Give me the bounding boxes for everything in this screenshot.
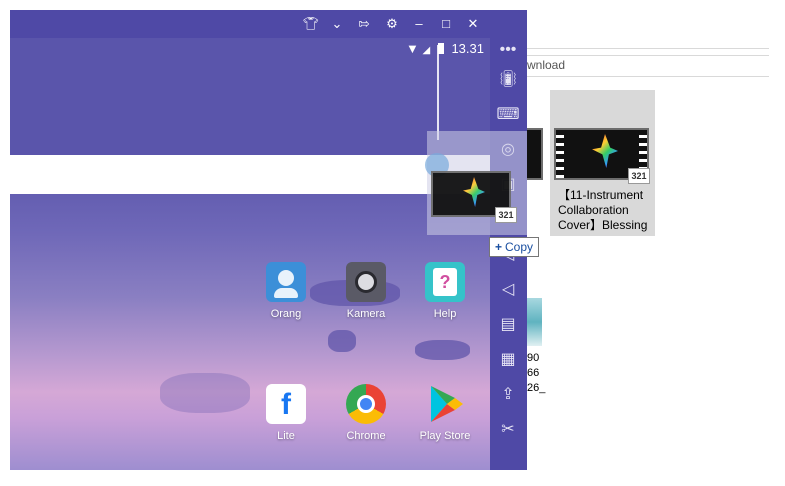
wallpaper-cloud: [415, 340, 470, 360]
emulator-window: 👕︎ ⌄ ⇰ ⚙ – □ ✕ ▼ ◢ 13.31 Orang Kamera ? …: [10, 10, 527, 470]
volume-up-icon[interactable]: ◁: [496, 278, 520, 302]
wallpaper-cloud: [328, 330, 356, 352]
partial-video-thumbnail[interactable]: [527, 128, 543, 180]
android-screen[interactable]: ▼ ◢ 13.31 Orang Kamera ? Help f Lite Chr…: [10, 38, 490, 470]
app-chrome[interactable]: Chrome: [336, 384, 396, 442]
media-player-badge-icon: 321: [495, 207, 517, 223]
app-label: Play Store: [419, 430, 471, 442]
scissors-icon[interactable]: ✂: [496, 418, 520, 442]
plus-icon: +: [495, 240, 503, 254]
media-player-badge-icon: 321: [628, 168, 650, 184]
app-label: Lite: [277, 430, 295, 442]
drag-indicator-line: [437, 45, 439, 140]
explorer-divider: [527, 55, 769, 56]
close-icon[interactable]: ✕: [464, 15, 482, 33]
more-icon[interactable]: •••: [496, 38, 520, 62]
apk-icon[interactable]: ⇪: [496, 383, 520, 407]
camera-icon: [346, 262, 386, 302]
keyboard-icon[interactable]: ⌨: [496, 103, 520, 127]
partial-file-label: 26_: [527, 382, 546, 394]
chrome-icon: [346, 384, 386, 424]
drag-copy-tooltip: + Copy: [489, 237, 540, 257]
gear-icon[interactable]: ⚙: [383, 15, 401, 33]
pin-icon[interactable]: ⇰: [355, 15, 373, 33]
app-facebook-lite[interactable]: f Lite: [256, 384, 316, 442]
app-play-store[interactable]: Play Store: [415, 384, 475, 442]
facebook-icon: f: [266, 384, 306, 424]
wifi-icon: ▼: [406, 41, 419, 56]
partial-file-label: 90: [527, 352, 540, 364]
explorer-divider: [527, 76, 769, 77]
address-bar-text[interactable]: wnload: [527, 58, 565, 72]
partial-image-thumbnail[interactable]: [527, 298, 542, 346]
shirt-icon[interactable]: 👕︎: [302, 15, 320, 33]
signal-icon: ◢: [422, 45, 431, 56]
contacts-icon: [266, 262, 306, 302]
record-icon[interactable]: ▤: [496, 313, 520, 337]
shake-icon[interactable]: 📳︎: [496, 68, 520, 92]
status-bar: ▼ ◢ 13.31: [406, 41, 484, 56]
chevron-down-icon[interactable]: ⌄: [328, 15, 346, 33]
app-label: Kamera: [346, 308, 386, 320]
app-label: Help: [433, 308, 457, 320]
touch-icon[interactable]: ▦: [496, 348, 520, 372]
maximize-icon[interactable]: □: [437, 15, 455, 33]
drag-ghost: 321: [425, 131, 527, 235]
selected-video-file[interactable]: 321 【11-Instrument Collaboration Cover】B…: [550, 90, 655, 236]
emulator-titlebar[interactable]: 👕︎ ⌄ ⇰ ⚙ – □ ✕: [10, 10, 490, 38]
app-contacts[interactable]: Orang: [256, 262, 316, 320]
explorer-divider: [527, 48, 769, 49]
minimize-icon[interactable]: –: [410, 15, 428, 33]
help-icon: ?: [425, 262, 465, 302]
tooltip-text: Copy: [505, 240, 534, 254]
titlebar-extension: [490, 10, 527, 38]
partial-file-label: 66: [527, 367, 540, 379]
file-name: 【11-Instrument Collaboration Cover】Bless…: [558, 188, 648, 232]
app-label: Chrome: [346, 430, 386, 442]
status-time: 13.31: [451, 41, 484, 56]
app-help[interactable]: ? Help: [415, 262, 475, 320]
wallpaper-cloud: [160, 373, 250, 413]
app-label: Orang: [270, 308, 302, 320]
app-camera[interactable]: Kamera: [336, 262, 396, 320]
search-bar[interactable]: [10, 155, 490, 194]
play-store-icon: [425, 384, 465, 424]
